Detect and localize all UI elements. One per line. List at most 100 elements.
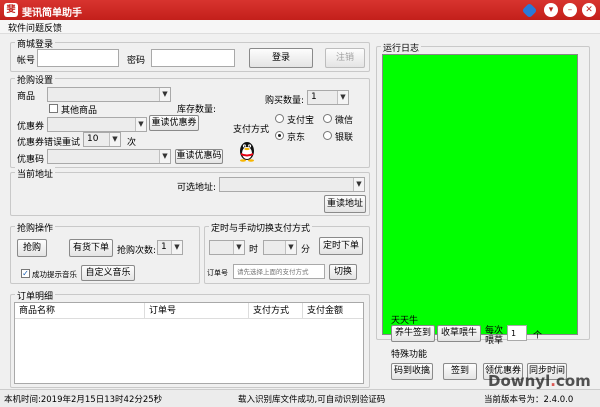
account-input[interactable] bbox=[37, 49, 119, 67]
coupon-retry-value: 10 bbox=[87, 134, 99, 144]
chevron-down-icon: ▼ bbox=[159, 88, 170, 101]
grab-button[interactable]: 抢购 bbox=[17, 239, 47, 257]
payment-radio-unionpay[interactable] bbox=[323, 131, 332, 140]
grab-count-value: 1 bbox=[161, 242, 167, 252]
switch-payment-button[interactable]: 切换 bbox=[329, 264, 357, 280]
product-select[interactable]: ▼ bbox=[47, 87, 171, 102]
coupon-label: 优惠券 bbox=[17, 122, 45, 132]
reload-address-button[interactable]: 重读地址 bbox=[324, 195, 366, 213]
login-button[interactable]: 登录 bbox=[249, 48, 313, 68]
stock-label: 库存数量: bbox=[177, 105, 217, 115]
chevron-down-icon: ▼ bbox=[285, 241, 296, 254]
orders-group-title: 订单明细 bbox=[15, 289, 56, 302]
timer-group-title: 定时与手动切换支付方式 bbox=[209, 221, 313, 234]
payment-radio-wechat[interactable] bbox=[323, 114, 332, 123]
close-icon[interactable]: ✕ bbox=[582, 3, 596, 17]
app-logo-icon: 斐 bbox=[4, 3, 18, 17]
window-title: 斐讯简单助手 bbox=[22, 8, 82, 19]
cow-sign-button[interactable]: 养牛签到 bbox=[391, 325, 435, 342]
grab-count-label: 抢购次数: bbox=[117, 246, 157, 256]
status-message: 载入识别库文件成功,可自动识别验证码 bbox=[238, 395, 386, 405]
status-bar: 本机时间:2019年2月15日13时42分25秒 载入识别库文件成功,可自动识别… bbox=[0, 389, 600, 407]
coupon-retry-label: 优惠券错误重试 bbox=[17, 138, 81, 148]
chevron-down-icon: ▼ bbox=[233, 241, 244, 254]
order-no-label: 订单号 bbox=[207, 269, 228, 277]
qq-penguin-icon[interactable] bbox=[238, 138, 256, 162]
minute-select[interactable]: ▼ bbox=[263, 240, 297, 255]
coupon-retry-select[interactable]: 10 ▼ bbox=[83, 132, 121, 147]
sign-in-button[interactable]: 签到 bbox=[443, 363, 477, 380]
custom-music-button[interactable]: 自定义音乐 bbox=[81, 265, 135, 281]
chevron-down-icon: ▼ bbox=[171, 241, 182, 254]
chevron-down-icon: ▼ bbox=[353, 178, 364, 191]
password-label: 密码 bbox=[127, 56, 146, 66]
grab-count-select[interactable]: 1 ▼ bbox=[157, 240, 183, 255]
app-window: 斐 斐讯简单助手 ▾ – ✕ 软件问题反馈 商城登录 帐号 密码 登录 注销 抢… bbox=[0, 0, 600, 407]
hour-unit: 时 bbox=[249, 245, 259, 255]
account-label: 帐号 bbox=[17, 56, 36, 66]
reload-promo-button[interactable]: 重读优惠码 bbox=[175, 149, 223, 164]
login-group: 商城登录 帐号 密码 登录 注销 bbox=[10, 37, 370, 72]
payment-radio-alipay[interactable] bbox=[275, 114, 284, 123]
optional-address-select[interactable]: ▼ bbox=[219, 177, 365, 192]
log-group-title: 运行日志 bbox=[381, 41, 422, 54]
payment-option-unionpay: 银联 bbox=[335, 133, 354, 143]
column-payment-method[interactable]: 支付方式 bbox=[249, 303, 303, 319]
orders-table[interactable]: 商品名称 订单号 支付方式 支付金额 bbox=[14, 302, 364, 384]
address-group: 当前地址 可选地址: ▼ 重读地址 bbox=[10, 167, 370, 216]
success-sound-checkbox[interactable]: ✓ bbox=[21, 269, 30, 278]
payment-option-wechat: 微信 bbox=[335, 116, 354, 126]
success-sound-label: 成功提示音乐 bbox=[32, 270, 77, 279]
captcha-button[interactable]: 码到收擒 bbox=[391, 363, 433, 380]
minimize-icon[interactable]: – bbox=[563, 3, 577, 17]
column-order-no[interactable]: 订单号 bbox=[145, 303, 249, 319]
feed-unit: 个 bbox=[533, 331, 543, 341]
promo-code-select[interactable]: ▼ bbox=[47, 149, 171, 164]
menu-icon[interactable]: ▾ bbox=[544, 3, 558, 17]
promo-code-label: 优惠码 bbox=[17, 155, 45, 165]
watermark-tail: com bbox=[555, 372, 591, 390]
column-product-name[interactable]: 商品名称 bbox=[15, 303, 145, 319]
hour-select[interactable]: ▼ bbox=[209, 240, 245, 255]
purchase-ops-group: 抢购操作 抢购 有货下单 抢购次数: 1 ▼ ✓ 成功提示音乐 自定义音乐 bbox=[10, 221, 200, 284]
coupon-retry-unit: 次 bbox=[127, 138, 137, 148]
skin-icon[interactable] bbox=[521, 2, 538, 19]
feed-label-bottom: 喂草 bbox=[485, 336, 504, 346]
watermark-logo: Downyl.com bbox=[488, 372, 591, 390]
buy-qty-select[interactable]: 1 ▼ bbox=[307, 90, 349, 105]
password-input[interactable] bbox=[151, 49, 235, 67]
chevron-down-icon: ▼ bbox=[109, 133, 120, 146]
coupon-select[interactable]: ▼ bbox=[47, 117, 147, 132]
menu-bar: 软件问题反馈 bbox=[0, 20, 600, 34]
payment-label: 支付方式 bbox=[233, 125, 270, 135]
chevron-down-icon: ▼ bbox=[135, 118, 146, 131]
minute-unit: 分 bbox=[301, 245, 311, 255]
payment-option-jd: 京东 bbox=[287, 133, 306, 143]
log-textarea[interactable] bbox=[382, 54, 578, 335]
special-group-title: 特殊功能 bbox=[391, 350, 428, 360]
feed-count-input[interactable] bbox=[507, 325, 527, 341]
tiantianniu-group: 天天牛 养牛签到 收草喂牛 每次 喂草 个 bbox=[384, 316, 584, 346]
status-time: 本机时间:2019年2月15日13时42分25秒 bbox=[4, 395, 163, 405]
timer-group: 定时与手动切换支付方式 ▼ 时 ▼ 分 定时下单 订单号 切换 bbox=[204, 221, 370, 284]
payment-option-alipay: 支付宝 bbox=[287, 116, 315, 126]
harvest-feed-button[interactable]: 收草喂牛 bbox=[437, 325, 481, 342]
watermark-main: Downyl bbox=[488, 372, 551, 390]
status-version: 当前版本号为：2.4.0.0 bbox=[484, 395, 574, 405]
reload-coupon-button[interactable]: 重读优惠券 bbox=[149, 115, 199, 131]
logout-button[interactable]: 注销 bbox=[325, 48, 365, 68]
order-no-input[interactable] bbox=[233, 264, 325, 279]
payment-radio-jd[interactable] bbox=[275, 131, 284, 140]
column-payment-amount[interactable]: 支付金额 bbox=[303, 303, 363, 319]
buy-qty-value: 1 bbox=[311, 92, 317, 102]
buy-qty-label: 购买数量: bbox=[265, 96, 305, 106]
menu-item-feedback[interactable]: 软件问题反馈 bbox=[8, 21, 62, 34]
timed-order-button[interactable]: 定时下单 bbox=[319, 237, 363, 255]
title-bar[interactable]: 斐 斐讯简单助手 ▾ – ✕ bbox=[0, 0, 600, 20]
product-label: 商品 bbox=[17, 92, 36, 102]
purchase-ops-title: 抢购操作 bbox=[15, 221, 56, 234]
instock-order-button[interactable]: 有货下单 bbox=[69, 239, 113, 257]
address-group-title: 当前地址 bbox=[15, 167, 56, 180]
other-product-checkbox[interactable] bbox=[49, 104, 58, 113]
purchase-settings-title: 抢购设置 bbox=[15, 73, 56, 86]
